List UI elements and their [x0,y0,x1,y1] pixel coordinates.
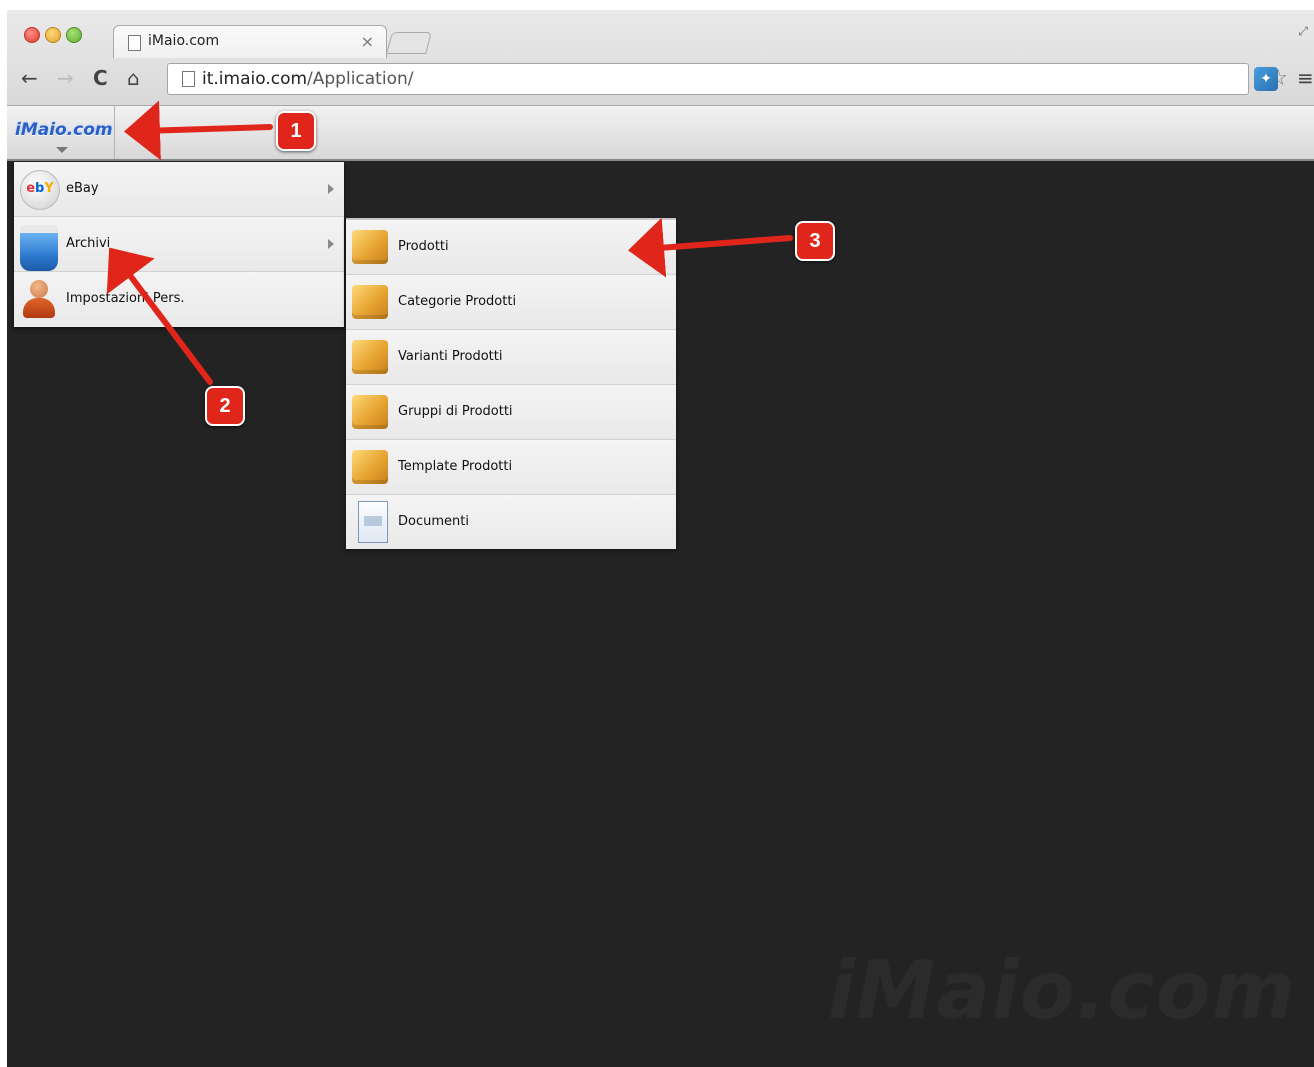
tab-close-icon[interactable]: × [361,32,374,51]
hamburger-menu-icon[interactable]: ≡ [1297,66,1314,90]
home-icon[interactable]: ⌂ [127,68,140,88]
user-icon [20,280,58,318]
chevron-down-icon [56,147,68,153]
archivi-submenu: Prodotti Categorie Prodotti Varianti Pro… [346,218,676,549]
menu-item-label: Gruppi di Prodotti [398,404,513,419]
menu-item-label: Documenti [398,514,469,529]
box-icon [352,230,388,264]
annotation-badge-1: 1 [276,111,316,151]
reload-icon[interactable]: C [93,68,108,88]
menu-item-label: eBay [66,181,99,196]
menu-item-ebay[interactable]: ebY eBay [14,162,344,217]
menu-item-label: Impostazioni Pers. [66,291,185,306]
submenu-item-varianti-prodotti[interactable]: Varianti Prodotti [346,330,676,385]
annotation-badge-2: 2 [205,386,245,426]
extension-icon[interactable]: ✦ [1254,67,1278,91]
chevron-right-icon [328,184,334,194]
address-bar[interactable]: it.imaio.com/Application/ ☆ [167,63,1288,95]
box-icon [352,395,388,429]
submenu-item-template-prodotti[interactable]: Template Prodotti [346,440,676,495]
menu-item-label: Archivi [66,236,111,251]
ebay-icon: ebY [20,170,60,210]
archive-icon [20,225,58,271]
main-menu: ebY eBay Archivi Impostazioni Pers. [14,162,344,327]
new-tab-button[interactable] [386,32,432,54]
page-icon [128,35,141,51]
fullscreen-icon[interactable]: ⤢ [1298,24,1308,39]
box-icon [352,450,388,484]
app-toolbar: iMaio.com [7,106,1314,161]
zoom-window-button[interactable] [66,27,82,43]
watermark: iMaio.com [827,944,1296,1037]
page-icon [182,71,195,87]
menu-item-label: Template Prodotti [398,459,513,474]
url-text: it.imaio.com/Application/ [202,69,414,89]
submenu-item-documenti[interactable]: Documenti [346,495,676,549]
browser-chrome: iMaio.com × ⤢ ← → C ⌂ it.imaio.com/Appli… [7,10,1314,106]
submenu-item-prodotti[interactable]: Prodotti [346,220,676,275]
chevron-right-icon [328,239,334,249]
submenu-item-gruppi-di-prodotti[interactable]: Gruppi di Prodotti [346,385,676,440]
menu-item-archivi[interactable]: Archivi [14,217,344,272]
app-menu-button[interactable]: iMaio.com [7,106,115,159]
menu-item-impostazioni[interactable]: Impostazioni Pers. [14,272,344,326]
menu-item-label: Varianti Prodotti [398,349,503,364]
menu-item-label: Prodotti [398,239,449,254]
tab-title: iMaio.com [148,33,220,49]
back-arrow-icon[interactable]: ← [21,68,38,88]
submenu-item-categorie-prodotti[interactable]: Categorie Prodotti [346,275,676,330]
box-icon [352,285,388,319]
logo: iMaio.com [15,120,113,140]
close-window-button[interactable] [24,27,40,43]
box-icon [352,340,388,374]
annotation-badge-3: 3 [795,221,835,261]
menu-item-label: Categorie Prodotti [398,294,517,309]
document-icon [358,501,388,543]
minimize-window-button[interactable] [45,27,61,43]
browser-tab[interactable]: iMaio.com × [113,25,387,58]
forward-arrow-icon[interactable]: → [57,68,74,88]
